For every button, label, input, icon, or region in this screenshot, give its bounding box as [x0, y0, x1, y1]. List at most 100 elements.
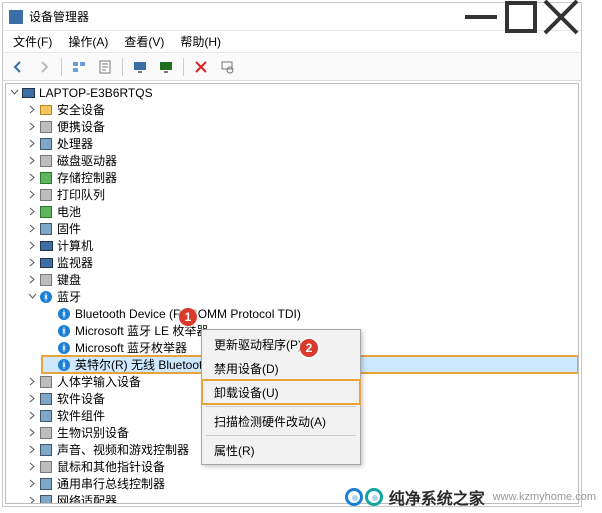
expand-toggle[interactable]	[26, 139, 38, 148]
device-icon	[38, 476, 54, 492]
tree-category[interactable]: 安全设备	[24, 101, 578, 118]
tree-item-label: LAPTOP-E3B6RTQS	[39, 86, 153, 100]
device-icon	[38, 493, 54, 505]
separator	[61, 58, 62, 76]
tree-item-label: 存储控制器	[57, 169, 117, 186]
tree-category[interactable]: 处理器	[24, 135, 578, 152]
tree-category[interactable]: 固件	[24, 220, 578, 237]
expand-toggle[interactable]	[26, 462, 38, 471]
nav-back-button[interactable]	[7, 56, 29, 78]
menu-action[interactable]: 操作(A)	[62, 31, 114, 52]
minimize-button[interactable]	[461, 4, 501, 30]
tree-item-label: Microsoft 蓝牙枚举器	[75, 339, 187, 356]
expand-toggle[interactable]	[26, 173, 38, 182]
separator	[122, 58, 123, 76]
tree-item-label: 鼠标和其他指针设备	[57, 458, 165, 475]
view-b-button[interactable]	[155, 56, 177, 78]
tree-item-label: 固件	[57, 220, 81, 237]
device-manager-window: 设备管理器 文件(F) 操作(A) 查看(V) 帮助(H)	[2, 2, 582, 507]
tree-category[interactable]: 监视器	[24, 254, 578, 271]
tree-item-label: 便携设备	[57, 118, 105, 135]
device-icon	[38, 170, 54, 186]
tree-item-label: 安全设备	[57, 101, 105, 118]
expand-toggle[interactable]	[26, 292, 38, 301]
expand-toggle[interactable]	[26, 377, 38, 386]
annotation-marker-2: 2	[300, 339, 318, 357]
uninstall-button[interactable]	[190, 56, 212, 78]
menu-help[interactable]: 帮助(H)	[174, 31, 227, 52]
window-controls	[461, 4, 581, 30]
tree-item-label: 打印队列	[57, 186, 105, 203]
ctx-disable-device[interactable]: 禁用设备(D)	[202, 356, 360, 380]
expand-toggle[interactable]	[26, 411, 38, 420]
tree-item-label: 键盘	[57, 271, 81, 288]
device-icon	[38, 119, 54, 135]
bluetooth-icon: ᚼ	[56, 357, 72, 373]
tree-item-label: 通用串行总线控制器	[57, 475, 165, 492]
tree-category[interactable]: 计算机	[24, 237, 578, 254]
tree-item-label: 人体学输入设备	[57, 373, 141, 390]
properties-button[interactable]	[94, 56, 116, 78]
expand-toggle[interactable]	[8, 88, 20, 97]
app-icon	[9, 10, 23, 24]
expand-toggle[interactable]	[26, 241, 38, 250]
expand-toggle[interactable]	[26, 156, 38, 165]
expand-toggle[interactable]	[26, 224, 38, 233]
tree-category[interactable]: 便携设备	[24, 118, 578, 135]
tree-item-label: 蓝牙	[57, 288, 81, 305]
ctx-update-driver[interactable]: 更新驱动程序(P)	[202, 332, 360, 356]
scan-hardware-button[interactable]	[216, 56, 238, 78]
close-button[interactable]	[541, 4, 581, 30]
expand-toggle[interactable]	[26, 394, 38, 403]
tree-item-label: 声音、视频和游戏控制器	[57, 441, 189, 458]
expand-toggle[interactable]	[26, 445, 38, 454]
device-tree[interactable]: LAPTOP-E3B6RTQS安全设备便携设备处理器磁盘驱动器存储控制器打印队列…	[5, 83, 579, 504]
expand-toggle[interactable]	[26, 479, 38, 488]
bluetooth-device[interactable]: ᚼBluetooth Device (RFCOMM Protocol TDI)	[42, 305, 578, 322]
ctx-scan-hardware[interactable]: 扫描检测硬件改动(A)	[202, 409, 360, 433]
expand-toggle[interactable]	[26, 496, 38, 504]
expand-toggle[interactable]	[26, 258, 38, 267]
watermark-url: www.kzmyhome.com	[493, 491, 596, 503]
device-icon	[38, 238, 54, 254]
tree-category[interactable]: 电池	[24, 203, 578, 220]
tree-category-bluetooth[interactable]: ᚼ蓝牙	[24, 288, 578, 305]
expand-toggle[interactable]	[26, 428, 38, 437]
expand-toggle[interactable]	[26, 190, 38, 199]
tree-item-label: 处理器	[57, 135, 93, 152]
device-icon	[38, 204, 54, 220]
expand-toggle[interactable]	[26, 122, 38, 131]
tree-item-label: 软件组件	[57, 407, 105, 424]
watermark-site: 纯净系统之家	[389, 485, 485, 509]
device-icon	[20, 85, 36, 101]
tree-category[interactable]: 键盘	[24, 271, 578, 288]
show-tree-button[interactable]	[68, 56, 90, 78]
menu-file[interactable]: 文件(F)	[7, 31, 58, 52]
expand-toggle[interactable]	[26, 105, 38, 114]
tree-item-label: 生物识别设备	[57, 424, 129, 441]
device-icon	[38, 255, 54, 271]
window-title: 设备管理器	[29, 8, 89, 25]
separator	[183, 58, 184, 76]
menu-view[interactable]: 查看(V)	[118, 31, 170, 52]
watermark-icon	[345, 488, 383, 506]
watermark: 纯净系统之家 www.kzmyhome.com	[345, 485, 596, 509]
tree-category[interactable]: 打印队列	[24, 186, 578, 203]
maximize-button[interactable]	[501, 4, 541, 30]
nav-forward-button[interactable]	[33, 56, 55, 78]
annotation-marker-1: 1	[179, 308, 197, 326]
device-icon	[38, 136, 54, 152]
tree-category[interactable]: 存储控制器	[24, 169, 578, 186]
bluetooth-icon: ᚼ	[38, 289, 54, 305]
expand-toggle[interactable]	[26, 207, 38, 216]
ctx-uninstall-device[interactable]: 卸载设备(U)	[202, 380, 360, 404]
device-icon	[38, 391, 54, 407]
device-icon	[38, 374, 54, 390]
ctx-separator	[206, 435, 356, 436]
tree-item-label: 监视器	[57, 254, 93, 271]
tree-root-computer[interactable]: LAPTOP-E3B6RTQS	[6, 84, 578, 101]
ctx-properties[interactable]: 属性(R)	[202, 438, 360, 462]
view-a-button[interactable]	[129, 56, 151, 78]
expand-toggle[interactable]	[26, 275, 38, 284]
tree-category[interactable]: 磁盘驱动器	[24, 152, 578, 169]
